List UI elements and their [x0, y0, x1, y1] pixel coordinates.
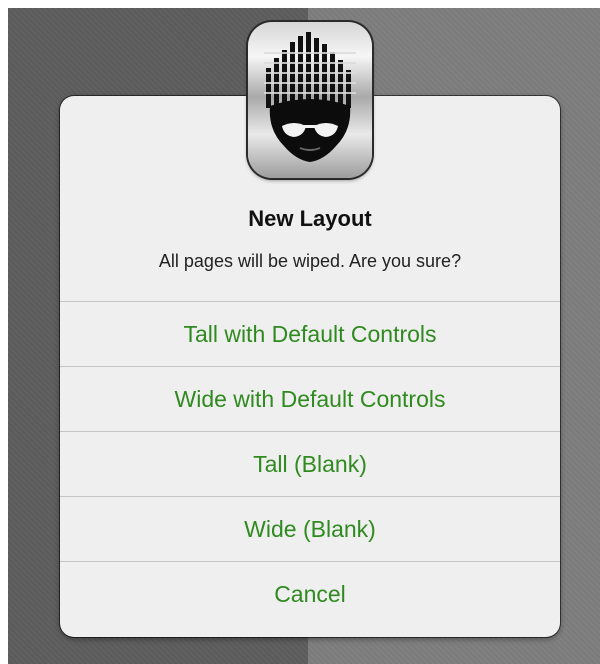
cancel-button[interactable]: Cancel	[60, 561, 560, 628]
tall-blank-button[interactable]: Tall (Blank)	[60, 431, 560, 496]
app-icon-graphic	[264, 32, 356, 162]
equalizer-face-icon	[248, 22, 372, 178]
wide-default-controls-button[interactable]: Wide with Default Controls	[60, 366, 560, 431]
alert-actions: Tall with Default Controls Wide with Def…	[60, 301, 560, 628]
alert-message: All pages will be wiped. Are you sure?	[158, 251, 462, 271]
tall-default-controls-button[interactable]: Tall with Default Controls	[60, 301, 560, 366]
alert-title: New Layout	[248, 206, 372, 231]
wide-blank-button[interactable]: Wide (Blank)	[60, 496, 560, 561]
app-backdrop: New Layout All pages will be wiped. Are …	[8, 8, 600, 664]
